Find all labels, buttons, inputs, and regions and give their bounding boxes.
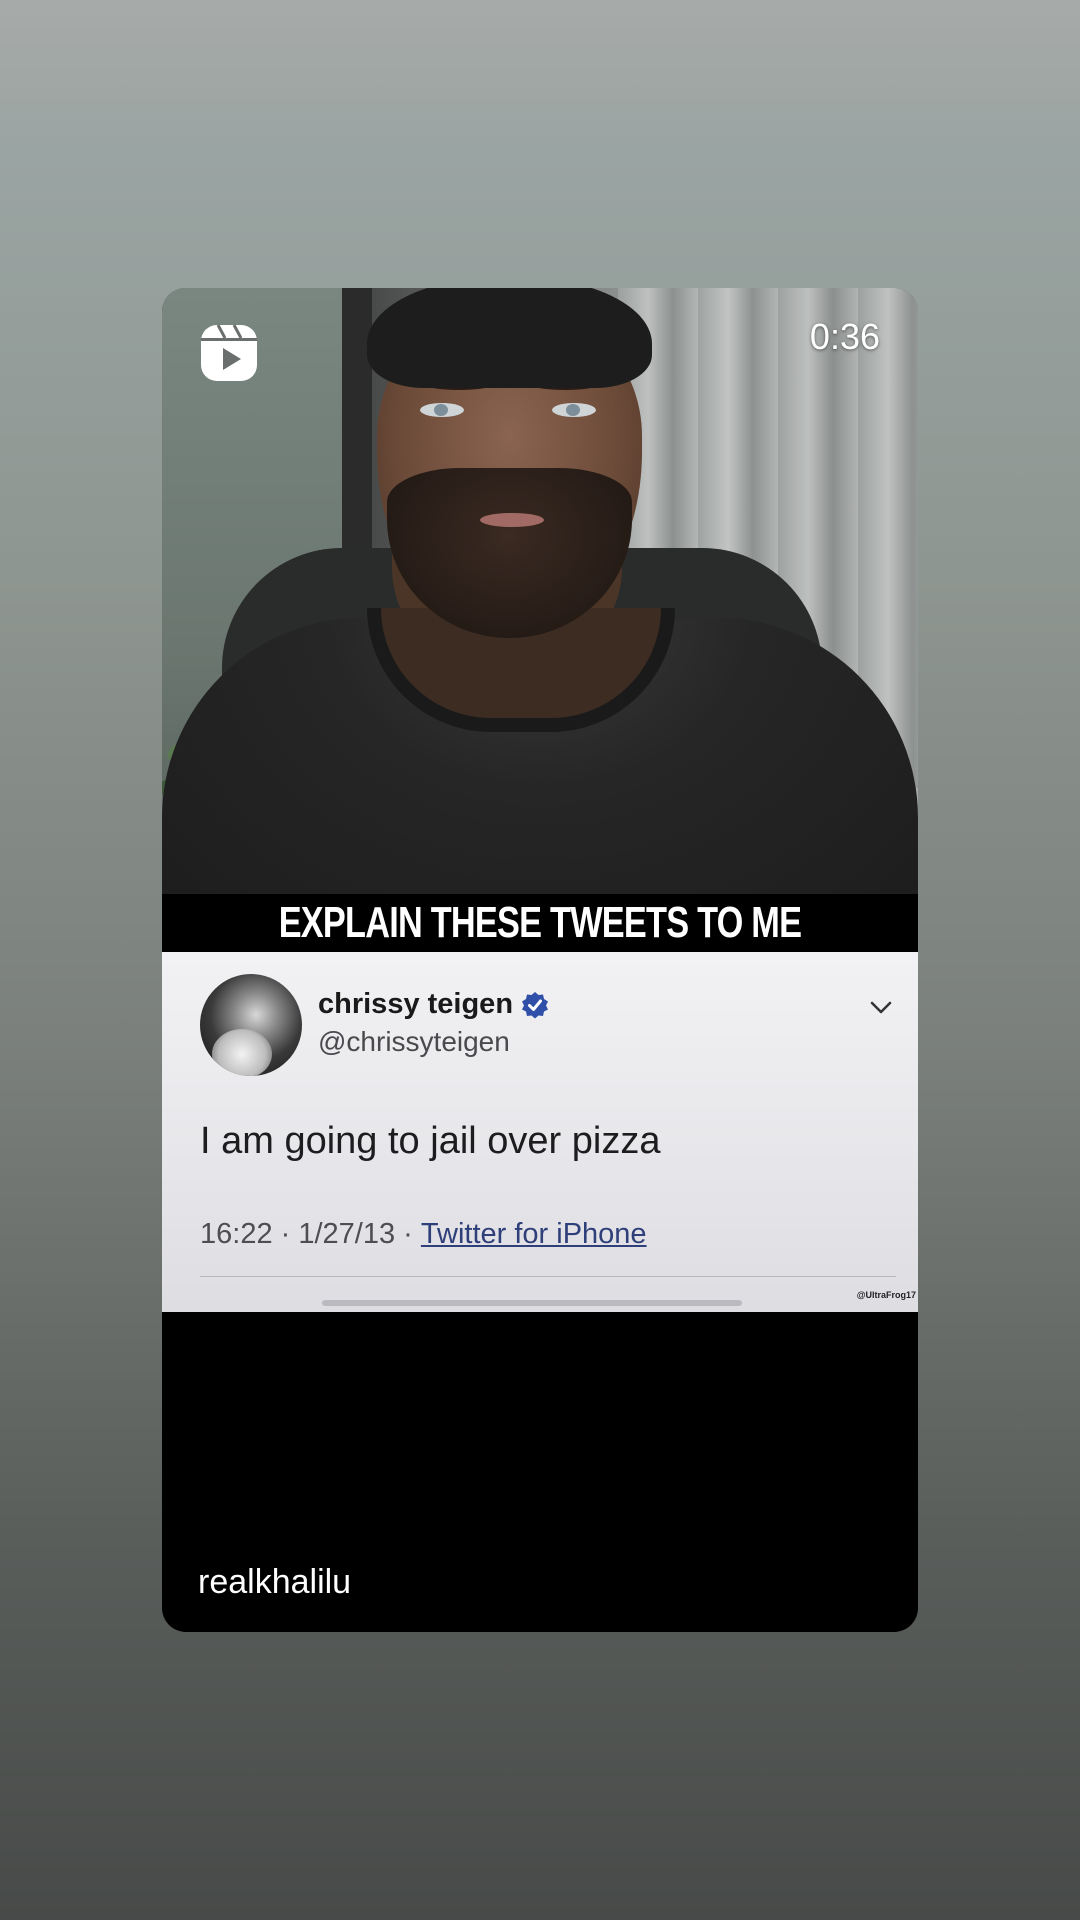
person-eye-left: [420, 403, 464, 417]
chevron-down-icon[interactable]: [866, 992, 896, 1022]
person-cap: [367, 288, 652, 388]
tweet-text: I am going to jail over pizza: [200, 1120, 661, 1162]
background-poster: [342, 288, 372, 548]
verified-badge-icon: [522, 991, 549, 1018]
tweet-cutoff-text: [322, 1300, 742, 1306]
tweet-handle[interactable]: @chrissyteigen: [318, 1026, 510, 1058]
person-mouth: [480, 513, 544, 527]
tweet-meta-separator: ·: [272, 1218, 299, 1250]
video-headline-text: EXPLAIN THESE TWEETS TO ME: [278, 898, 802, 947]
tweet-display-name[interactable]: chrissy teigen: [318, 988, 513, 1021]
tweet-divider: [200, 1276, 896, 1277]
tweet-card[interactable]: chrissy teigen @chrissyteigen I am going…: [162, 952, 918, 1312]
video-headline: EXPLAIN THESE TWEETS TO ME: [162, 894, 918, 952]
tweet-source-link[interactable]: Twitter for iPhone: [421, 1218, 647, 1251]
story-username[interactable]: realkhalilu: [198, 1563, 351, 1602]
tweet-author-row: chrissy teigen: [318, 988, 549, 1021]
person-eye-right: [552, 403, 596, 417]
reels-icon[interactable]: [200, 324, 258, 382]
avatar[interactable]: [200, 974, 302, 1076]
video-timer: 0:36: [809, 316, 880, 357]
tweet-date: 1/27/13: [298, 1218, 396, 1250]
story-card[interactable]: 0:36 EXPLAIN THESE TWEETS TO ME chrissy …: [162, 288, 918, 1632]
video-watermark: @UltraFrog17: [856, 1290, 916, 1300]
video-frame[interactable]: 0:36: [162, 288, 918, 894]
tweet-meta-separator: ·: [395, 1218, 421, 1250]
tweet-time: 16:22: [200, 1218, 273, 1250]
tweet-meta: 16:22 · 1/27/13 · Twitter for iPhone: [200, 1218, 647, 1251]
